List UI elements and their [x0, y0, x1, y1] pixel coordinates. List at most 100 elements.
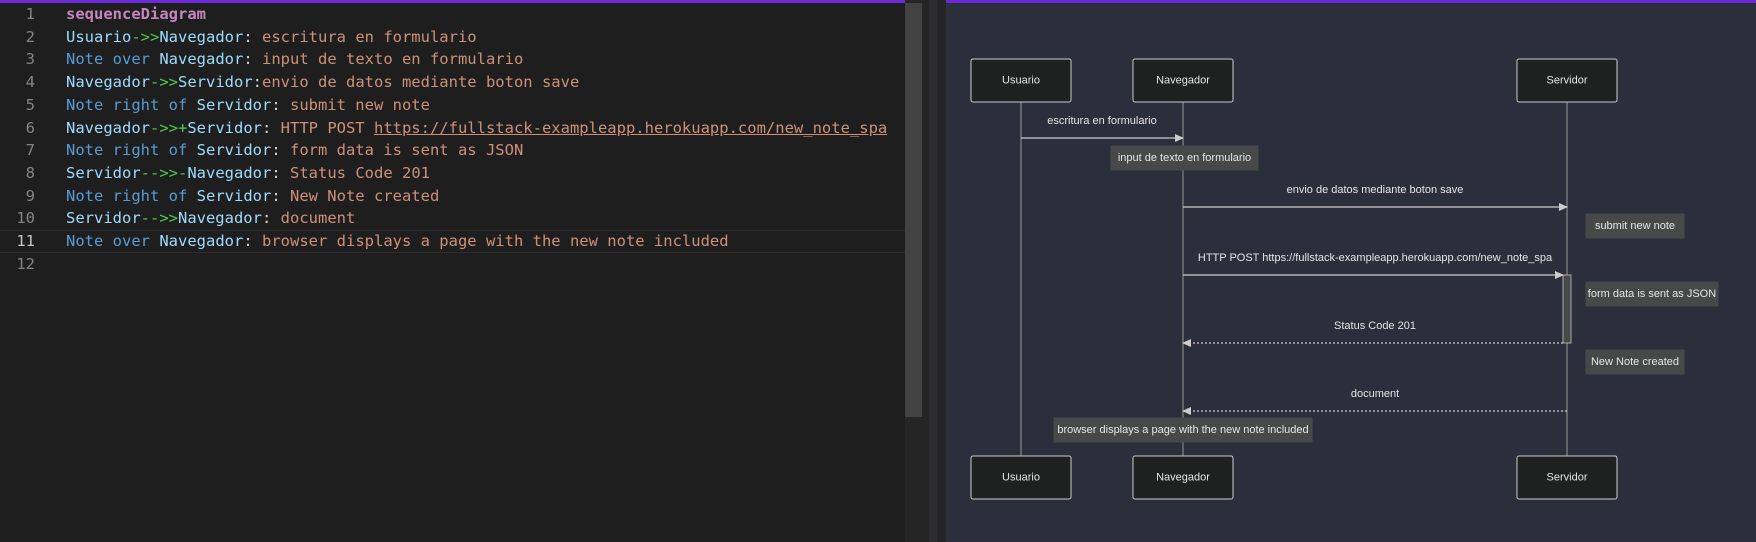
note-label: input de texto en formulario: [1118, 152, 1251, 164]
code-token: sequenceDiagram: [66, 5, 206, 23]
code-token: :: [271, 186, 290, 205]
code-token: Navegador: [187, 163, 272, 182]
participant-label: Navegador: [1156, 74, 1210, 86]
participant-label: Usuario: [1002, 74, 1040, 86]
code-token: escritura en formulario: [262, 27, 477, 46]
line-code: Navegador->>Servidor:envio de datos medi…: [66, 71, 579, 94]
line-code: Note right of Servidor: submit new note: [66, 94, 430, 117]
line-code: Note right of Servidor: form data is sen…: [66, 139, 523, 162]
sequence-diagram: Usuario Usuario Navegador Navegador Servidor…: [970, 58, 1719, 500]
line-number: 6: [25, 118, 35, 137]
code-token: :: [243, 27, 262, 46]
note-label: New Note created: [1591, 356, 1679, 368]
pane-splitter-handle[interactable]: [929, 0, 937, 542]
code-token: Servidor: [196, 141, 272, 160]
editor-line[interactable]: 12: [0, 253, 922, 276]
editor-line[interactable]: 4 Navegador->>Servidor:envio de datos med…: [0, 71, 922, 94]
diagram-preview: Usuario Usuario Navegador Navegador Servidor…: [946, 0, 1756, 542]
participant-label: Navegador: [1156, 471, 1210, 483]
code-token: :: [271, 141, 290, 160]
activation-bar: [1562, 274, 1572, 344]
code-token: :: [243, 50, 262, 69]
code-editor[interactable]: 1 sequenceDiagram 2 Usuario->>Navegador: es…: [0, 0, 922, 542]
code-token: Servidor: [178, 73, 253, 92]
line-number: 8: [25, 163, 35, 182]
code-token: -->>-: [140, 163, 188, 182]
line-number: 10: [16, 209, 35, 228]
editor-line[interactable]: 9 Note right of Servidor: New Note create…: [0, 185, 922, 208]
code-token: Navegador: [159, 50, 244, 69]
code-token: envio de datos mediante boton save: [262, 73, 580, 92]
line-code: Navegador->>+Servidor: HTTP POST https:/…: [66, 117, 887, 140]
code-token: Note over: [66, 50, 160, 69]
message-label: HTTP POST https://fullstack-exampleapp.h…: [1198, 252, 1553, 264]
code-token: HTTP POST: [280, 118, 374, 137]
code-token: Navegador: [66, 118, 150, 137]
code-token: Note right of: [66, 141, 197, 160]
line-number: 4: [25, 73, 35, 92]
message-label: Status Code 201: [1334, 320, 1416, 332]
message-label: document: [1351, 388, 1399, 400]
editor-line[interactable]: 5 Note right of Servidor: submit new note: [0, 94, 922, 117]
code-token: Note right of: [66, 186, 197, 205]
code-token: :: [243, 232, 262, 250]
editor-line[interactable]: 7 Note right of Servidor: form data is se…: [0, 139, 922, 162]
editor-line[interactable]: 6 Navegador->>+Servidor: HTTP POST https:…: [0, 117, 922, 140]
note-label: submit new note: [1595, 220, 1675, 232]
note-label: browser displays a page with the new not…: [1057, 424, 1308, 436]
code-token: document: [280, 209, 356, 228]
code-token: :: [261, 118, 281, 137]
code-token: Note right of: [66, 95, 197, 114]
line-code: sequenceDiagram: [66, 3, 206, 26]
code-token: form data is sent as JSON: [289, 141, 524, 160]
line-number: 5: [25, 95, 35, 114]
editor-line[interactable]: 8 Servidor-->>-Navegador: Status Code 201: [0, 162, 922, 185]
code-token: Navegador: [177, 209, 262, 228]
line-number: 11: [16, 232, 35, 250]
code-token: browser displays a page with the new not…: [262, 232, 729, 250]
editor-line[interactable]: 2 Usuario->>Navegador: escritura en formu…: [0, 26, 922, 49]
line-number: 7: [25, 141, 35, 160]
line-number: 9: [25, 186, 35, 205]
code-token: Navegador: [159, 232, 244, 250]
line-code: Note over Navegador: browser displays a …: [66, 230, 729, 253]
code-token: Navegador: [159, 27, 244, 46]
editor-line[interactable]: 11 Note over Navegador: browser displays …: [0, 230, 922, 253]
editor-scrollbar-thumb[interactable]: [905, 3, 922, 417]
line-number: 1: [25, 5, 35, 23]
participant-label: Servidor: [1547, 471, 1588, 483]
code-token: :: [261, 209, 281, 228]
code-token: Servidor: [196, 186, 272, 205]
code-token: :: [271, 95, 290, 114]
line-code: Note right of Servidor: New Note created: [66, 185, 439, 208]
line-number: 3: [25, 50, 35, 69]
line-code: Servidor-->>-Navegador: Status Code 201: [66, 162, 430, 185]
code-token: Servidor: [196, 95, 272, 114]
code-token: Servidor: [66, 163, 141, 182]
message-label: escritura en formulario: [1047, 115, 1156, 127]
code-token: Servidor: [187, 118, 262, 137]
code-token: Navegador: [66, 73, 150, 92]
code-token: submit new note: [289, 95, 430, 114]
code-token: ->>: [150, 73, 178, 92]
code-token: :: [271, 163, 290, 182]
editor-line[interactable]: 1 sequenceDiagram: [0, 3, 922, 26]
code-token: -->>: [140, 209, 178, 228]
code-token: Status Code 201: [290, 163, 430, 182]
code-token: ->>: [131, 27, 160, 46]
editor-line[interactable]: 10 Servidor-->>Navegador: document: [0, 207, 922, 230]
line-number: 12: [16, 254, 35, 273]
editor-line[interactable]: 3 Note over Navegador: input de texto en …: [0, 48, 922, 71]
line-code: Usuario->>Navegador: escritura en formul…: [66, 26, 477, 49]
code-link[interactable]: https://fullstack-exampleapp.herokuapp.c…: [374, 119, 887, 137]
message-label: envio de datos mediante boton save: [1287, 184, 1464, 196]
code-token: input de texto en formulario: [262, 50, 524, 69]
code-token: ->>+: [150, 118, 188, 137]
participant-label: Servidor: [1547, 74, 1588, 86]
code-token: :: [252, 73, 262, 92]
app-window: 1 sequenceDiagram 2 Usuario->>Navegador: es…: [0, 0, 1756, 542]
code-token: Usuario: [66, 27, 132, 46]
line-number: 2: [25, 27, 35, 46]
line-code: Note over Navegador: input de texto en f…: [66, 48, 523, 71]
participant-label: Usuario: [1002, 471, 1040, 483]
